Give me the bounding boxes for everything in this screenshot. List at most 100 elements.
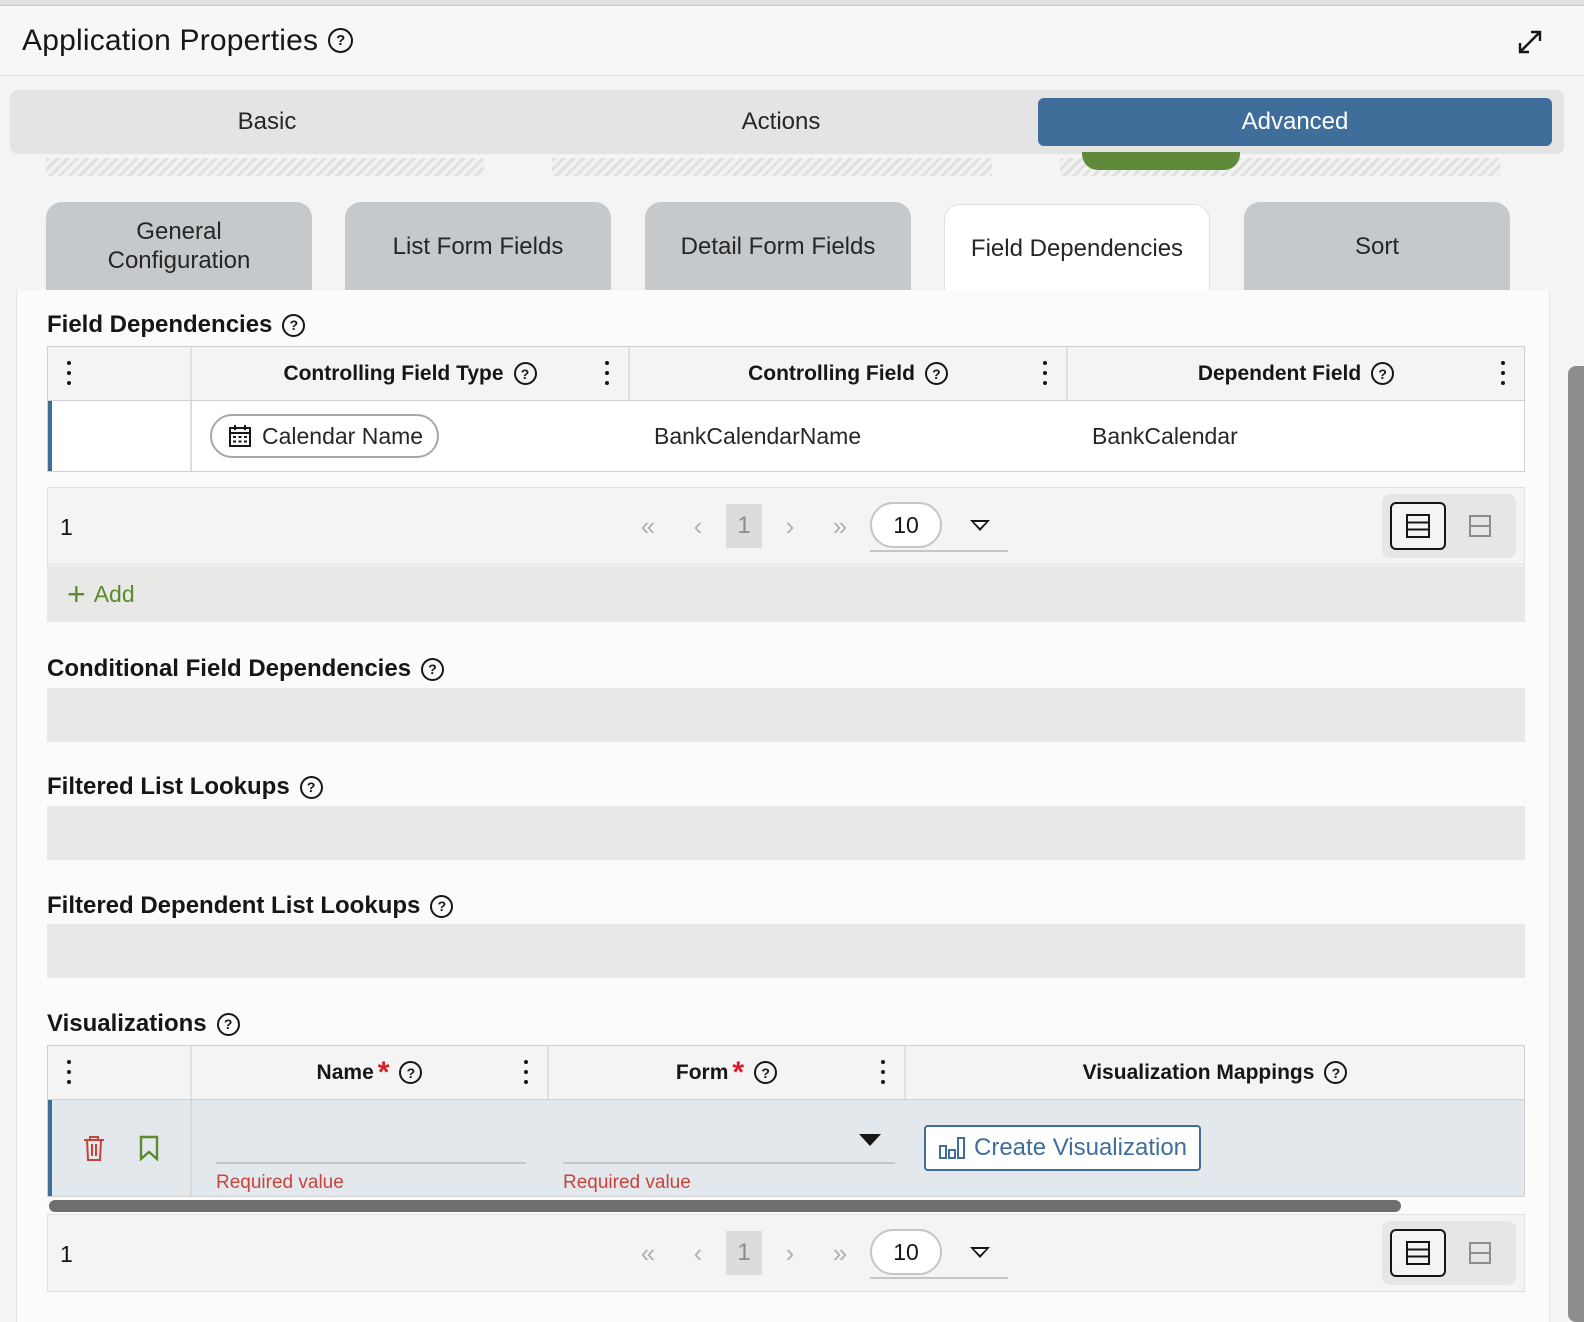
section-title-field-dependencies: Field Dependencies ?	[47, 311, 306, 339]
page-size-select[interactable]: 10	[870, 502, 1008, 552]
first-page-icon[interactable]: «	[626, 1231, 670, 1275]
column-header-name[interactable]: Name * ?	[192, 1046, 549, 1099]
help-icon[interactable]: ?	[1371, 362, 1395, 385]
row-select-cell[interactable]	[52, 401, 192, 471]
chevron-down-icon	[859, 1134, 881, 1146]
help-icon[interactable]: ?	[513, 362, 537, 385]
sub-tabs: General Configuration List Form Fields D…	[46, 202, 1526, 292]
tab-actions[interactable]: Actions	[524, 90, 1038, 154]
help-icon[interactable]: ?	[282, 313, 306, 337]
help-icon[interactable]: ?	[216, 1012, 240, 1036]
name-cell: Required value	[192, 1100, 549, 1196]
pagination-nav: « ‹ 1 › »	[626, 504, 868, 548]
visualizations-grid: Name * ? Form * ? Visualization Mappings…	[47, 1045, 1525, 1197]
calendar-name-tag: Calendar Name	[210, 414, 440, 458]
tab-underlay	[552, 158, 992, 176]
vertical-scrollbar[interactable]	[1568, 366, 1584, 1322]
form-select[interactable]	[563, 1134, 895, 1164]
section-title-visualizations: Visualizations ?	[47, 1010, 240, 1038]
horizontal-scrollbar[interactable]	[49, 1200, 1401, 1212]
chevron-down-icon	[970, 1247, 990, 1258]
help-icon[interactable]: ?	[924, 362, 948, 385]
table-row[interactable]: Calendar Name BankCalendarName BankCalen…	[48, 401, 1524, 471]
density-compact-icon[interactable]	[1390, 1229, 1446, 1277]
last-page-icon[interactable]: »	[818, 504, 862, 548]
subtab-field-dependencies[interactable]: Field Dependencies	[944, 204, 1210, 292]
select-column-header	[48, 1046, 192, 1099]
subtab-label: General Configuration	[107, 218, 251, 274]
controlling-field-cell[interactable]: BankCalendarName	[630, 401, 1068, 471]
name-input[interactable]	[216, 1134, 526, 1164]
density-comfortable-icon[interactable]	[1452, 502, 1508, 550]
chart-bar-icon	[939, 1137, 965, 1159]
subtab-detail-form-fields[interactable]: Detail Form Fields	[645, 202, 911, 290]
column-header-dependent-field[interactable]: Dependent Field ?	[1068, 347, 1524, 400]
row-count: 1	[60, 1241, 73, 1267]
plus-icon: +	[67, 576, 86, 612]
active-indicator	[1082, 152, 1240, 170]
column-menu-icon[interactable]	[523, 1060, 529, 1084]
pagination-nav: « ‹ 1 › »	[626, 1231, 868, 1275]
prev-page-icon[interactable]: ‹	[676, 504, 720, 548]
app-header: Application Properties ?	[0, 6, 1584, 76]
current-page[interactable]: 1	[726, 504, 762, 548]
help-icon[interactable]: ?	[399, 1061, 423, 1084]
subtab-general-configuration[interactable]: General Configuration	[46, 202, 312, 290]
required-icon: *	[377, 1055, 390, 1089]
last-page-icon[interactable]: »	[818, 1231, 862, 1275]
density-comfortable-icon[interactable]	[1452, 1229, 1508, 1277]
help-icon[interactable]: ?	[754, 1061, 778, 1084]
column-header-form[interactable]: Form * ?	[549, 1046, 906, 1099]
column-menu-icon[interactable]	[880, 1060, 886, 1084]
bookmark-icon[interactable]	[138, 1135, 160, 1161]
next-page-icon[interactable]: ›	[768, 1231, 812, 1275]
page-title: Application Properties	[22, 23, 319, 57]
form-error-text: Required value	[563, 1172, 691, 1193]
subtab-list-form-fields[interactable]: List Form Fields	[345, 202, 611, 290]
field-dependencies-pager: 1 « ‹ 1 › » 10	[47, 487, 1525, 565]
column-menu-icon[interactable]	[66, 361, 72, 385]
required-icon: *	[732, 1055, 745, 1089]
tab-basic[interactable]: Basic	[10, 90, 524, 154]
main-tabs: Basic Actions Advanced	[10, 90, 1564, 154]
field-dependencies-grid: Controlling Field Type ? Controlling Fie…	[47, 346, 1525, 472]
current-page[interactable]: 1	[726, 1231, 762, 1275]
help-icon[interactable]: ?	[430, 894, 454, 918]
column-menu-icon[interactable]	[1042, 361, 1048, 385]
dependent-field-cell[interactable]: BankCalendar	[1068, 401, 1524, 471]
column-menu-icon[interactable]	[604, 361, 610, 385]
column-header-controlling-field-type[interactable]: Controlling Field Type ?	[192, 347, 630, 400]
page-size-select[interactable]: 10	[870, 1229, 1008, 1279]
add-button[interactable]: + Add	[47, 566, 1525, 622]
grid-header: Controlling Field Type ? Controlling Fie…	[48, 347, 1524, 401]
name-error-text: Required value	[216, 1172, 344, 1193]
help-icon[interactable]: ?	[1324, 1061, 1348, 1084]
form-cell: Required value	[549, 1100, 906, 1196]
visualizations-pager: 1 « ‹ 1 › » 10	[47, 1214, 1525, 1292]
first-page-icon[interactable]: «	[626, 504, 670, 548]
filtered-list-empty	[47, 806, 1525, 860]
create-visualization-button[interactable]: Create Visualization	[924, 1125, 1202, 1171]
tab-advanced[interactable]: Advanced	[1038, 98, 1552, 146]
help-icon[interactable]: ?	[328, 28, 354, 53]
controlling-field-type-cell[interactable]: Calendar Name	[192, 401, 630, 471]
chevron-down-icon	[970, 520, 990, 531]
trash-icon[interactable]	[82, 1134, 106, 1162]
density-toggle	[1382, 494, 1516, 558]
column-header-controlling-field[interactable]: Controlling Field ?	[630, 347, 1068, 400]
column-menu-icon[interactable]	[66, 1060, 72, 1084]
prev-page-icon[interactable]: ‹	[676, 1231, 720, 1275]
density-toggle	[1382, 1221, 1516, 1285]
expand-icon[interactable]	[1516, 28, 1544, 56]
help-icon[interactable]: ?	[299, 775, 323, 799]
density-compact-icon[interactable]	[1390, 502, 1446, 550]
section-title-conditional: Conditional Field Dependencies ?	[47, 655, 445, 683]
subtab-sort[interactable]: Sort	[1244, 202, 1510, 290]
section-title-filtered-list: Filtered List Lookups ?	[47, 773, 323, 801]
table-row[interactable]: Required value Required value Create Vis…	[48, 1100, 1524, 1196]
column-header-visualization-mappings[interactable]: Visualization Mappings ?	[906, 1046, 1524, 1099]
next-page-icon[interactable]: ›	[768, 504, 812, 548]
help-icon[interactable]: ?	[421, 657, 445, 681]
column-menu-icon[interactable]	[1500, 361, 1506, 385]
visualization-mappings-cell: Create Visualization	[906, 1100, 1524, 1196]
